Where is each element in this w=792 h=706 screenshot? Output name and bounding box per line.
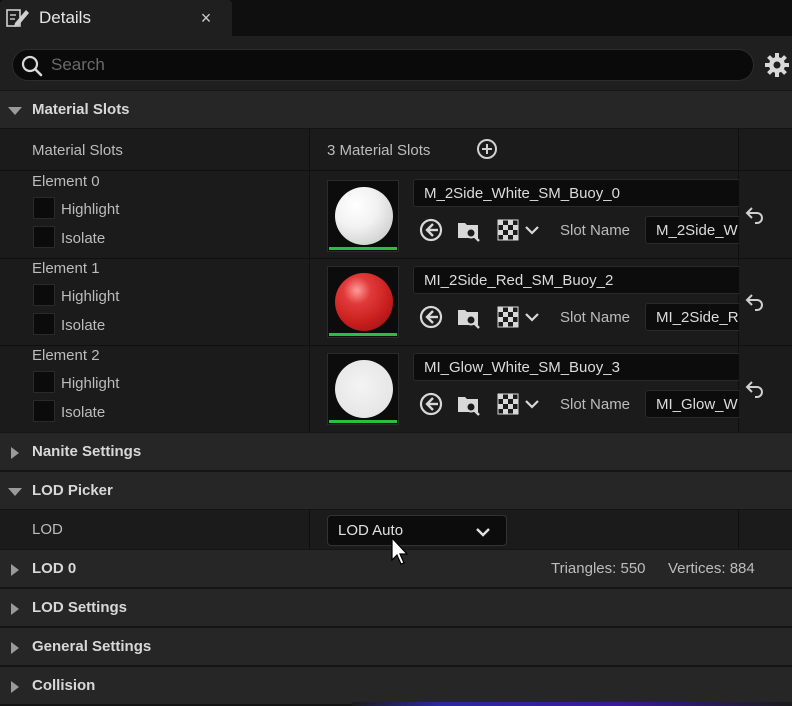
isolate-label: Isolate: [61, 317, 106, 334]
chevron-down-icon[interactable]: [524, 310, 540, 322]
slot-name-label: Slot Name: [560, 222, 631, 239]
column-splitter[interactable]: [309, 510, 310, 549]
chevron-right-icon: [8, 563, 22, 576]
pencil-icon: [6, 7, 30, 29]
isolate-checkbox[interactable]: [33, 400, 55, 422]
search-input[interactable]: [51, 54, 741, 76]
lod-label: LOD: [32, 521, 63, 538]
checker-texture-icon[interactable]: [495, 304, 521, 330]
category-label: General Settings: [32, 638, 152, 655]
highlight-checkbox[interactable]: [33, 284, 55, 306]
category-label: LOD Picker: [32, 482, 113, 499]
column-splitter[interactable]: [309, 129, 310, 432]
tab-title: Details: [39, 8, 91, 27]
reset-to-default-icon[interactable]: [744, 204, 766, 226]
chevron-down-icon: [8, 104, 22, 116]
material-slots-panel: Material Slots 3 Material Slots Element …: [0, 129, 792, 432]
mouse-cursor-icon: [390, 536, 412, 567]
reset-to-default-icon[interactable]: [744, 291, 766, 313]
material-asset-picker[interactable]: MI_2Side_Red_SM_Buoy_2: [413, 266, 739, 294]
chevron-down-icon: [8, 485, 22, 497]
category-material-slots[interactable]: Material Slots: [0, 90, 792, 128]
search-box[interactable]: [12, 49, 754, 81]
category-label: LOD Settings: [32, 599, 128, 616]
material-thumbnail[interactable]: [327, 180, 399, 252]
material-slots-count: 3 Material Slots: [327, 142, 431, 159]
close-icon[interactable]: ×: [196, 8, 216, 28]
category-label: LOD 0: [32, 560, 77, 577]
material-thumbnail[interactable]: [327, 353, 399, 425]
isolate-label: Isolate: [61, 404, 106, 421]
vertex-count: Vertices: 884: [668, 560, 755, 577]
reset-to-default-icon[interactable]: [744, 378, 766, 400]
slot-name-label: Slot Name: [560, 396, 631, 413]
chevron-right-icon: [8, 446, 22, 459]
viewport-edge: [352, 702, 792, 706]
chevron-right-icon: [8, 602, 22, 615]
highlight-label: Highlight: [61, 201, 120, 218]
category-label: Collision: [32, 677, 96, 694]
tab-bar: Details ×: [0, 0, 792, 36]
isolate-label: Isolate: [61, 230, 106, 247]
category-general-settings[interactable]: General Settings: [0, 627, 792, 665]
asset-type-bar: [329, 333, 397, 336]
category-nanite-settings[interactable]: Nanite Settings: [0, 432, 792, 470]
chevron-right-icon: [8, 641, 22, 654]
highlight-label: Highlight: [61, 288, 120, 305]
use-selected-icon[interactable]: [418, 304, 444, 330]
element-label: Element 0: [32, 173, 100, 190]
search-icon: [21, 55, 43, 77]
category-collision[interactable]: Collision: [0, 666, 792, 704]
asset-type-bar: [329, 420, 397, 423]
slot-name-field[interactable]: MI_Glow_W: [645, 390, 739, 418]
category-lod-picker[interactable]: LOD Picker: [0, 471, 792, 509]
chevron-down-icon: [476, 525, 490, 537]
browse-asset-icon[interactable]: [456, 391, 482, 417]
slot-name-label: Slot Name: [560, 309, 631, 326]
checker-texture-icon[interactable]: [495, 217, 521, 243]
highlight-label: Highlight: [61, 375, 120, 392]
material-preview-sphere: [335, 187, 393, 245]
highlight-checkbox[interactable]: [33, 371, 55, 393]
browse-asset-icon[interactable]: [456, 304, 482, 330]
chevron-right-icon: [8, 680, 22, 693]
material-preview-sphere: [335, 273, 393, 331]
material-thumbnail[interactable]: [327, 266, 399, 338]
category-label: Nanite Settings: [32, 443, 142, 460]
divider: [0, 345, 792, 346]
lod-dropdown[interactable]: LOD Auto: [327, 515, 507, 546]
isolate-checkbox[interactable]: [33, 313, 55, 335]
slot-name-field[interactable]: MI_2Side_R: [645, 303, 739, 331]
add-material-slot-button[interactable]: [476, 138, 498, 160]
chevron-down-icon[interactable]: [524, 223, 540, 235]
divider: [0, 170, 792, 171]
browse-asset-icon[interactable]: [456, 217, 482, 243]
gear-icon[interactable]: [764, 52, 790, 78]
material-asset-picker[interactable]: MI_Glow_White_SM_Buoy_3: [413, 353, 739, 381]
chevron-down-icon[interactable]: [524, 397, 540, 409]
use-selected-icon[interactable]: [418, 391, 444, 417]
tab-details[interactable]: Details ×: [0, 0, 232, 36]
checker-texture-icon[interactable]: [495, 391, 521, 417]
highlight-checkbox[interactable]: [33, 197, 55, 219]
slot-name-field[interactable]: M_2Side_W: [645, 216, 739, 244]
asset-type-bar: [329, 247, 397, 250]
element-label: Element 2: [32, 347, 100, 364]
isolate-checkbox[interactable]: [33, 226, 55, 248]
category-lod-settings[interactable]: LOD Settings: [0, 588, 792, 626]
use-selected-icon[interactable]: [418, 217, 444, 243]
material-preview-sphere: [335, 360, 393, 418]
search-row: [0, 36, 792, 90]
column-divider: [738, 510, 739, 549]
material-asset-picker[interactable]: M_2Side_White_SM_Buoy_0: [413, 179, 739, 207]
category-label: Material Slots: [32, 101, 130, 118]
material-slots-label: Material Slots: [32, 142, 123, 159]
divider: [0, 258, 792, 259]
triangle-count: Triangles: 550: [551, 560, 646, 577]
element-label: Element 1: [32, 260, 100, 277]
